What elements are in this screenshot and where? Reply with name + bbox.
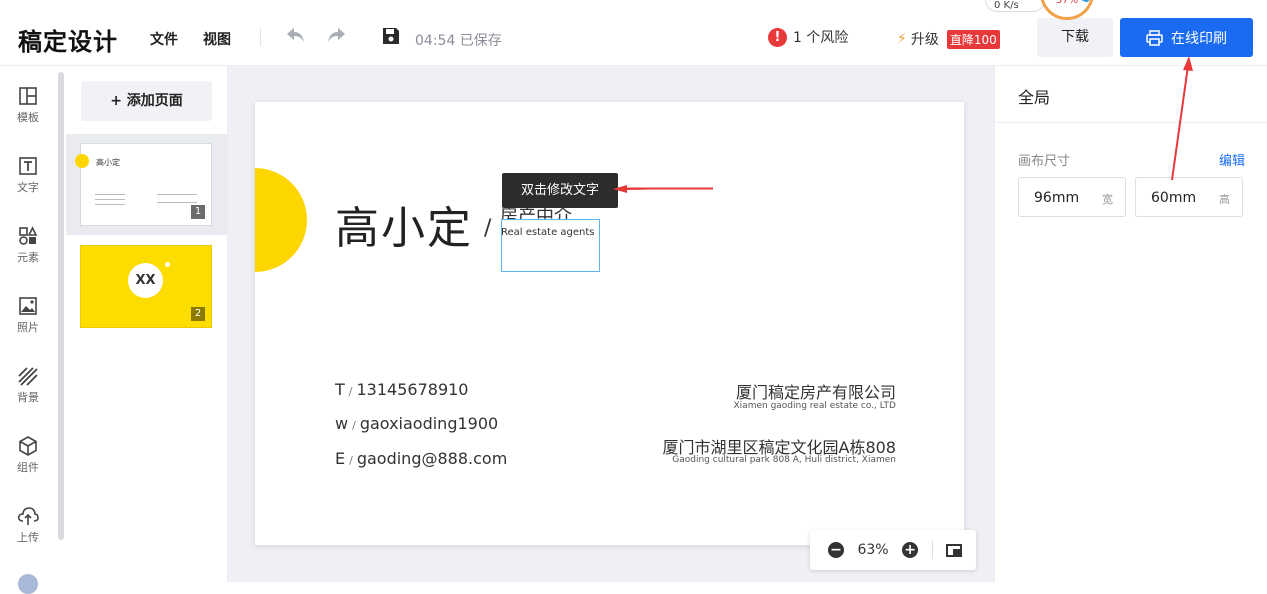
annotation-arrows: [613, 56, 1193, 193]
arrow-to-print-button: [1171, 56, 1193, 181]
arrow-to-tooltip: [613, 185, 713, 193]
